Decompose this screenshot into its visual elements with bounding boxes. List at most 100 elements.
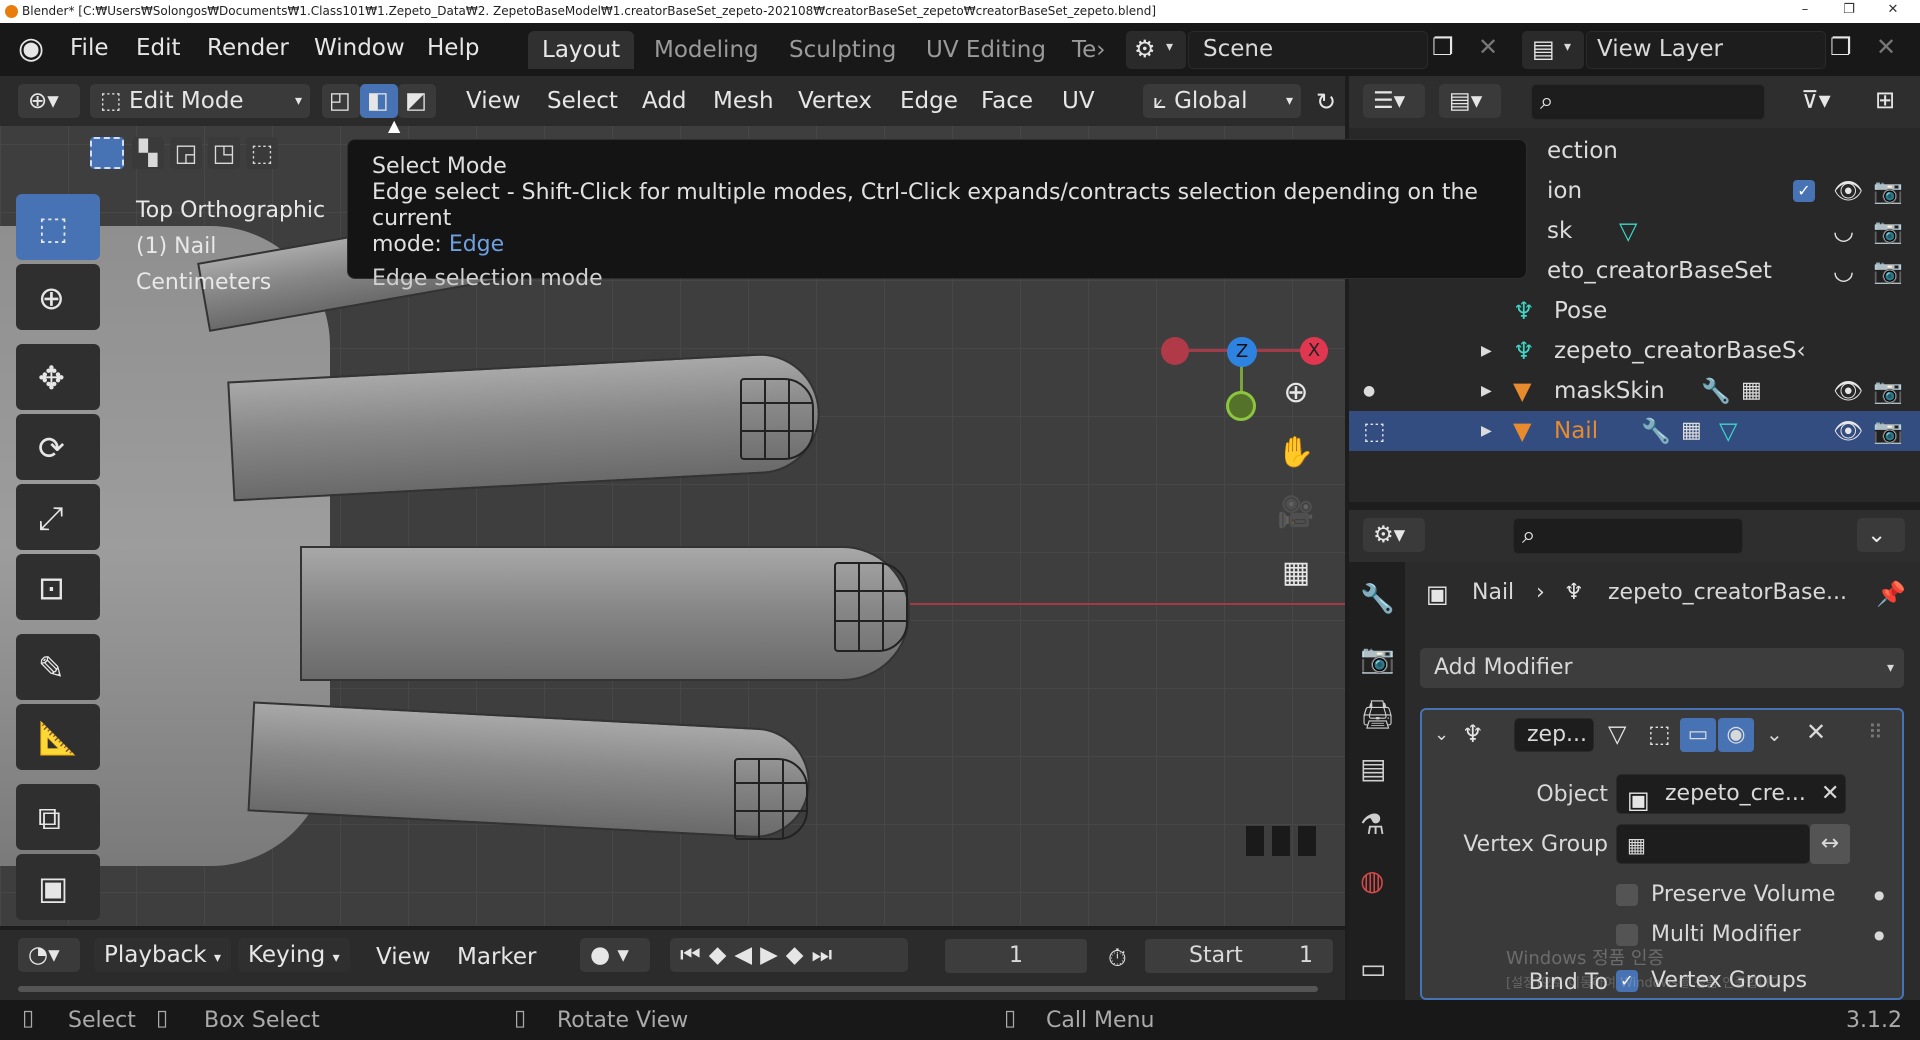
outliner-row-pose[interactable]: ♆ Pose — [1349, 291, 1920, 331]
y-axis-handle[interactable] — [1226, 391, 1256, 421]
display-mode-selector[interactable]: ▤▾ — [1439, 84, 1501, 118]
view-layer-tab-icon[interactable]: ▤ — [1360, 752, 1386, 785]
camera-icon[interactable]: 📷 — [1873, 411, 1903, 451]
drag-handle-icon[interactable]: ⠿ — [1868, 720, 1883, 744]
maximize-button[interactable]: ❐ — [1834, 2, 1864, 20]
select-intersect-icon[interactable]: ⬚ — [246, 137, 278, 169]
menu-face[interactable]: Face — [981, 88, 1033, 114]
world-tab-icon[interactable]: ◍ — [1360, 864, 1384, 897]
tab-sculpting[interactable]: Sculpting — [775, 31, 910, 69]
preserve-volume-checkbox[interactable] — [1616, 884, 1638, 906]
camera-icon[interactable]: 📷 — [1873, 251, 1903, 291]
edit-mode-toggle-icon[interactable]: ▽ — [1608, 720, 1626, 748]
viewport-toggle-icon[interactable]: ▭ — [1680, 718, 1716, 752]
add-modifier-button[interactable]: Add Modifier ▾ — [1420, 648, 1904, 688]
select-extend-icon[interactable]: ▚ — [132, 137, 164, 169]
view-layer-selector[interactable]: ▤ ▾ — [1522, 31, 1584, 69]
transform-orientation-selector[interactable]: ⟀ Global ▾ — [1143, 84, 1301, 118]
start-frame-field[interactable]: Start 1 — [1144, 938, 1334, 974]
multi-modifier-checkbox[interactable] — [1616, 924, 1638, 946]
camera-icon[interactable]: 📷 — [1873, 171, 1903, 211]
timeline-scrollbar[interactable] — [18, 986, 1318, 992]
eye-icon[interactable]: 👁 — [1833, 171, 1863, 211]
blender-menu-icon[interactable]: ◉ — [18, 31, 44, 66]
new-scene-icon[interactable]: ❐ — [1432, 33, 1454, 61]
clear-icon[interactable]: ✕ — [1821, 775, 1839, 813]
x-axis-handle[interactable]: X — [1300, 337, 1328, 365]
select-subtract-icon[interactable]: ◲ — [170, 137, 202, 169]
chevron-down-icon[interactable]: ⌄ — [1766, 722, 1783, 746]
modifier-name-field[interactable]: zep... — [1514, 718, 1594, 752]
menu-render[interactable]: Render — [207, 35, 289, 61]
object-field[interactable]: ▣ zepeto_cre... ✕ — [1616, 774, 1846, 814]
tab-uv-editing[interactable]: UV Editing — [912, 31, 1060, 69]
scale-tool[interactable]: ⤢ — [16, 484, 100, 550]
output-tab-icon[interactable]: 🖨 — [1360, 698, 1396, 731]
preserve-volume-option[interactable]: Preserve Volume — [1616, 882, 1835, 907]
keyframe-dot-icon[interactable]: ● — [1874, 928, 1884, 942]
scene-name-field[interactable]: Scene — [1188, 31, 1428, 69]
camera-icon[interactable]: 📷 — [1873, 371, 1903, 411]
select-new-icon[interactable] — [90, 137, 124, 169]
properties-search-input[interactable]: ⌕ — [1513, 518, 1743, 554]
stopwatch-icon[interactable]: ⏱ — [1108, 944, 1127, 972]
outliner-row-maskskin[interactable]: ● ▶ ▼ maskSkin 🔧 ▦ 👁 📷 — [1349, 371, 1920, 411]
select-invert-icon[interactable]: ◳ — [208, 137, 240, 169]
zoom-icon[interactable]: ⊕ — [1270, 368, 1322, 420]
extrude-tool[interactable]: ▣ — [16, 854, 100, 920]
timeline-view-menu[interactable]: View — [376, 944, 431, 970]
menu-edge[interactable]: Edge — [900, 88, 958, 114]
edge-select-mode-button[interactable]: ◧ — [360, 84, 398, 118]
pivot-icon[interactable]: ↻ — [1316, 88, 1336, 116]
add-cube-tool[interactable]: ⧉ — [16, 784, 100, 850]
outliner-editor-type[interactable]: ☰▾ — [1363, 84, 1425, 118]
properties-options[interactable]: ⌄ — [1857, 518, 1905, 552]
grid-ortho-icon[interactable]: ▦ — [1270, 548, 1322, 600]
annotate-tool[interactable]: ✎ — [16, 634, 100, 700]
outliner-row-creatorbase[interactable]: ▶ ♆ zepeto_creatorBaseS‹ — [1349, 331, 1920, 371]
new-collection-icon[interactable]: ⊞ — [1875, 86, 1895, 114]
keyframe-dot-icon[interactable]: ● — [1874, 888, 1884, 902]
close-window-button[interactable]: ✕ — [1878, 2, 1908, 20]
menu-help[interactable]: Help — [427, 35, 479, 61]
camera-icon[interactable]: 📷 — [1873, 211, 1903, 251]
menu-edit[interactable]: Edit — [136, 35, 181, 61]
render-tab-icon[interactable]: 📷 — [1360, 642, 1395, 675]
menu-uv[interactable]: UV — [1062, 88, 1095, 114]
collection-tab-icon[interactable]: ▭ — [1360, 952, 1386, 985]
invert-vertex-group-icon[interactable]: ↔ — [1810, 824, 1850, 864]
vertex-select-mode-button[interactable]: ◰ — [322, 84, 360, 118]
scene-tab-icon[interactable]: ⚗ — [1360, 808, 1385, 841]
properties-editor-type[interactable]: ⚙▾ — [1363, 518, 1425, 552]
eye-closed-icon[interactable]: ◡ — [1833, 251, 1854, 291]
tool-tab-icon[interactable]: 🔧 — [1360, 582, 1395, 615]
expand-arrow-icon[interactable]: ▶ — [1481, 371, 1492, 411]
timeline-editor-type[interactable]: ◔▾ — [18, 938, 80, 972]
auto-keying-button[interactable]: ● ▾ — [580, 938, 650, 972]
menu-file[interactable]: File — [70, 35, 109, 61]
playback-menu[interactable]: Playback ▾ — [94, 938, 231, 972]
z-axis-handle[interactable]: Z — [1227, 337, 1257, 367]
tab-layout[interactable]: Layout — [528, 31, 635, 69]
timeline-marker-menu[interactable]: Marker — [457, 944, 537, 970]
outliner-search-input[interactable]: ⌕ — [1531, 84, 1765, 120]
face-select-mode-button[interactable]: ◩ — [398, 84, 436, 118]
eye-icon[interactable]: 👁 — [1833, 411, 1863, 451]
menu-add[interactable]: Add — [642, 88, 687, 114]
minimize-button[interactable]: – — [1790, 2, 1820, 20]
rotate-tool[interactable]: ⟳ — [16, 414, 100, 480]
menu-view[interactable]: View — [466, 88, 521, 114]
select-box-tool[interactable]: ⬚ — [16, 194, 100, 260]
tab-texture-paint[interactable]: Te› — [1058, 31, 1120, 69]
neg-x-axis-handle[interactable] — [1161, 337, 1189, 365]
outliner-row-nail[interactable]: ⬚ ▶ ▼ Nail 🔧 ▦ ▽ 👁 📷 — [1349, 411, 1920, 451]
mode-selector[interactable]: ⬚ Edit Mode ▾ — [90, 84, 310, 118]
collection-checkbox[interactable]: ✓ — [1793, 180, 1815, 202]
editor-type-selector[interactable]: ⊕▾ — [18, 84, 80, 118]
view-layer-field[interactable]: View Layer — [1586, 31, 1826, 69]
tab-modeling[interactable]: Modeling — [640, 31, 773, 69]
menu-select[interactable]: Select — [547, 88, 618, 114]
delete-view-layer-icon[interactable]: ✕ — [1876, 33, 1896, 61]
eye-closed-icon[interactable]: ◡ — [1833, 211, 1854, 251]
move-tool[interactable]: ✥ — [16, 344, 100, 410]
